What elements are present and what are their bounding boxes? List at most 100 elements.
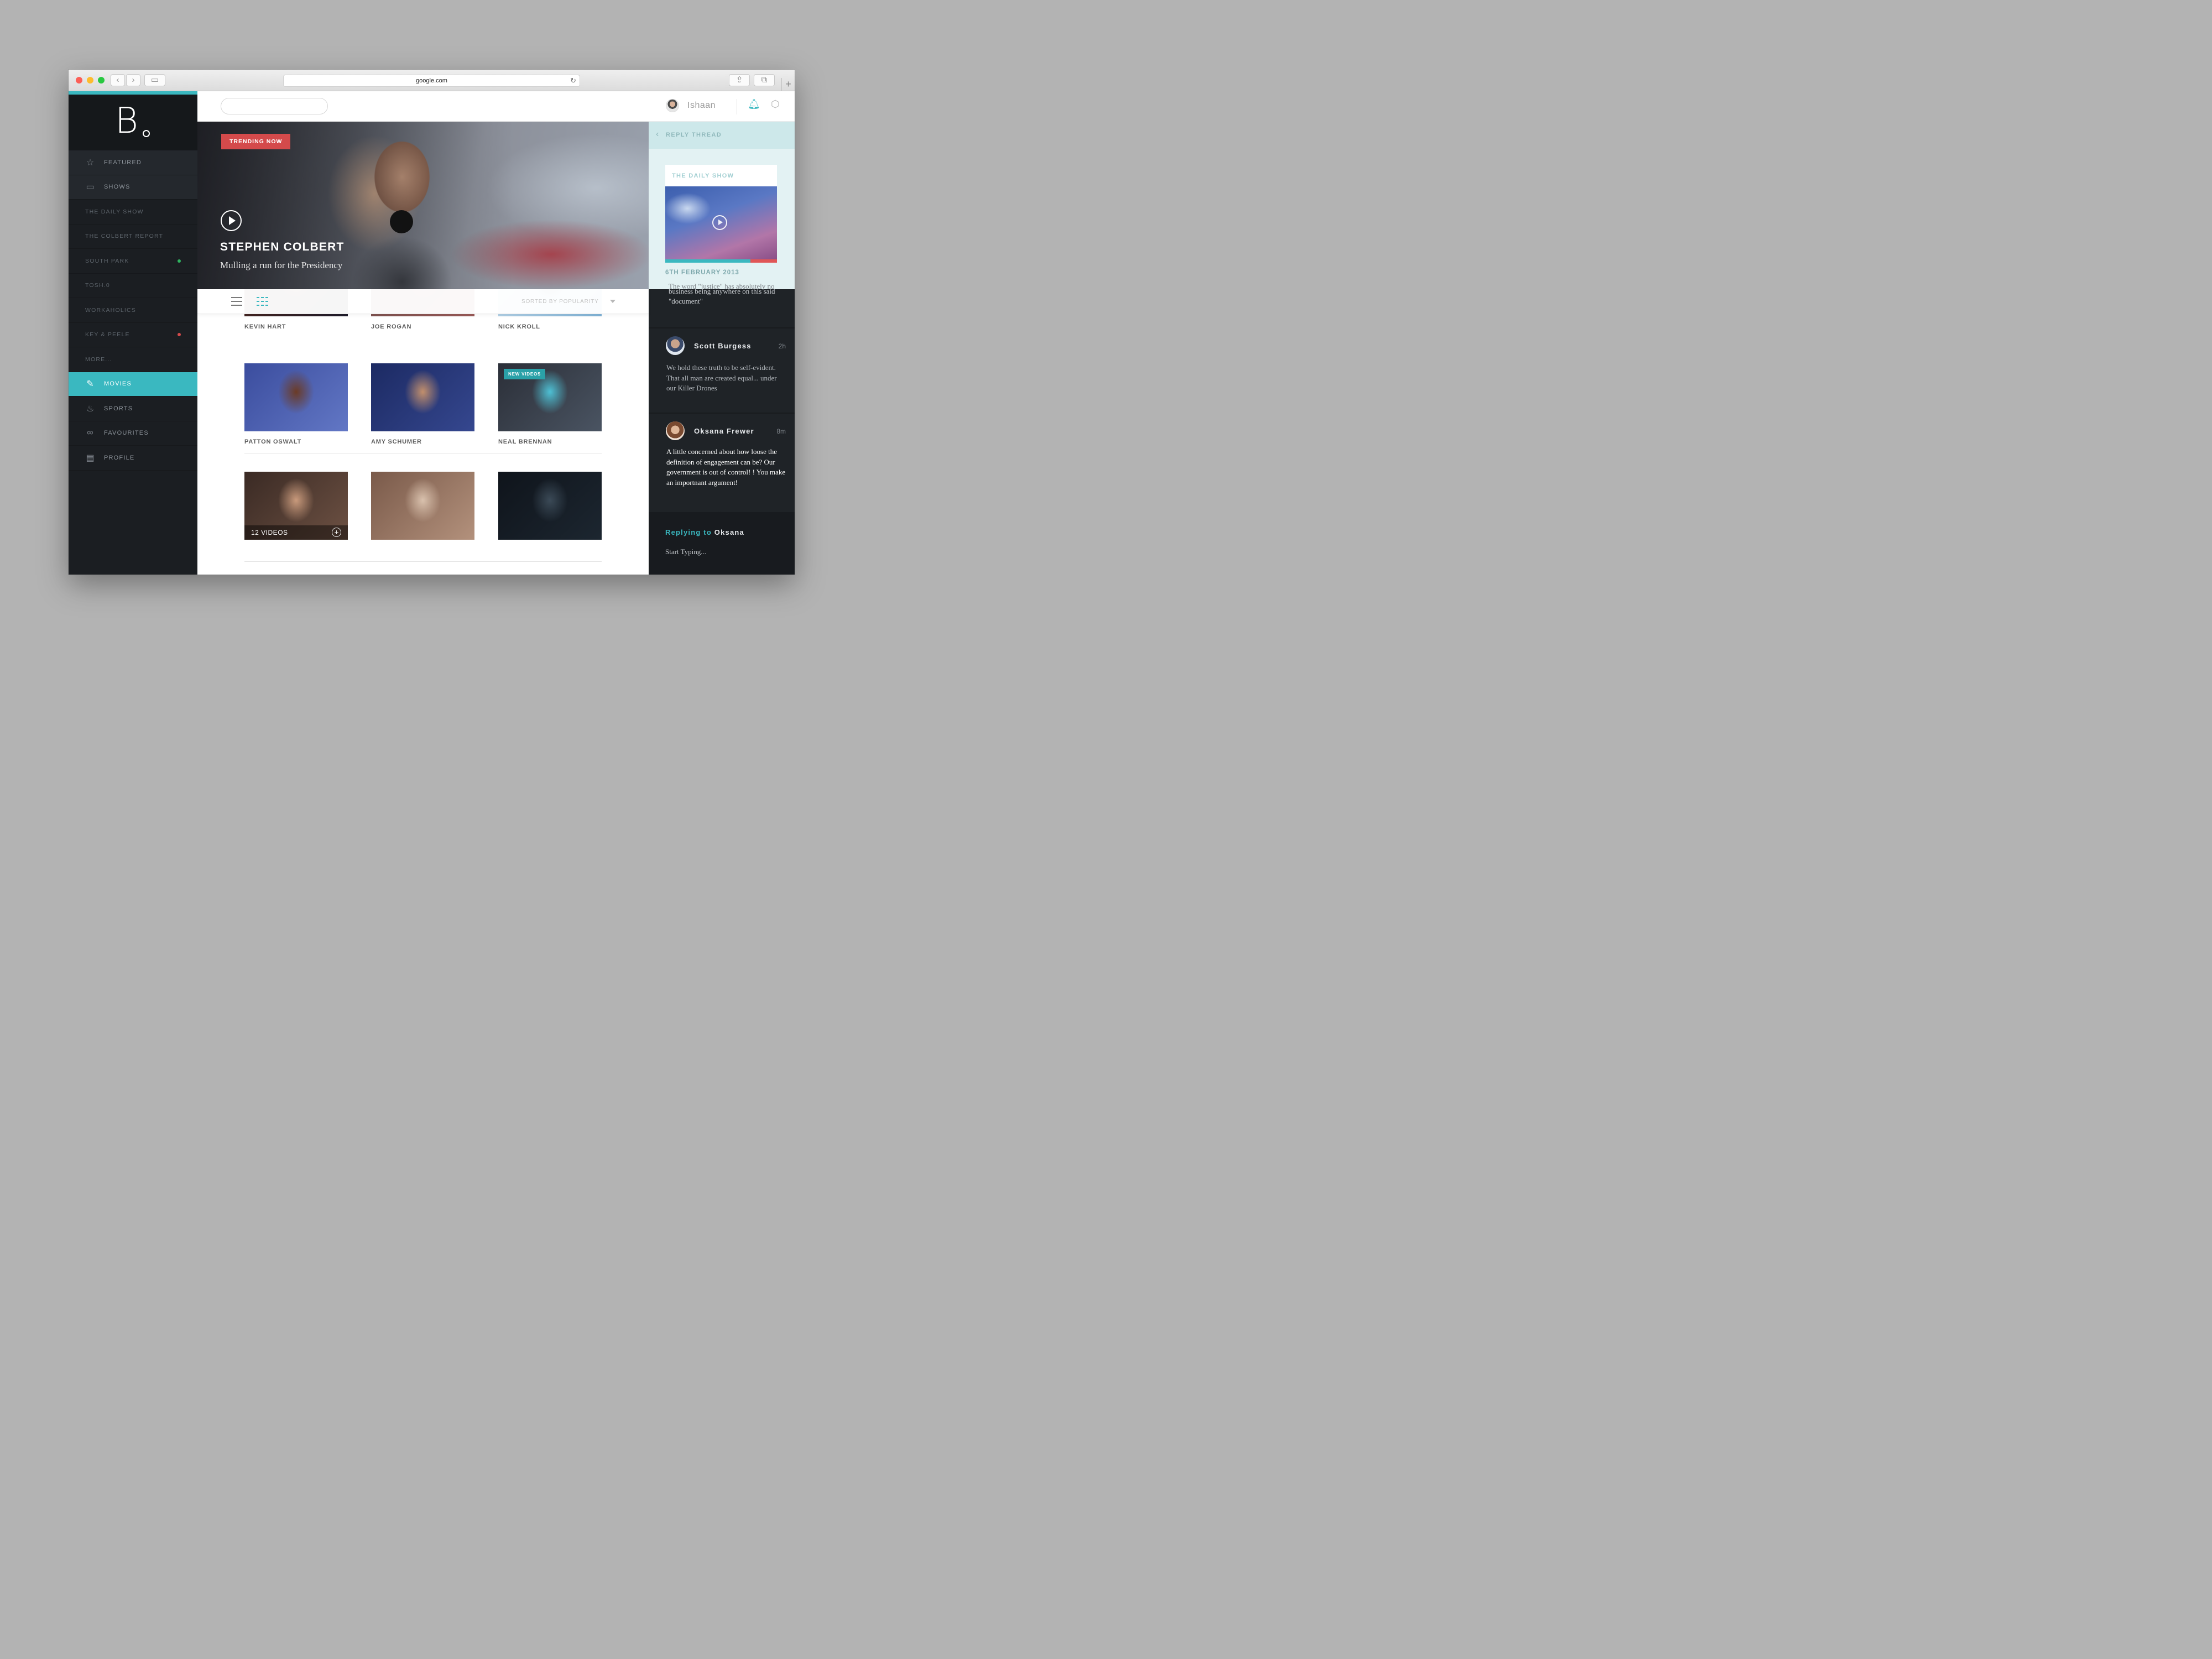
add-icon[interactable]: + [332, 528, 341, 537]
url-text: google.com [416, 77, 447, 84]
comedian-name: PATTON OSWALT [244, 439, 302, 445]
reply-composer[interactable]: Replying to Oksana Start Typing... [649, 508, 795, 575]
browser-toolbar: ‹ › ▭ google.com ↻ ⇪ ⧉ + [69, 70, 795, 91]
app-logo[interactable]: B [69, 95, 197, 150]
address-bar[interactable]: google.com ↻ [283, 75, 580, 87]
show-card[interactable]: THE DAILY SHOW [665, 165, 777, 263]
sidebar-item-profile[interactable]: ▤ Profile [69, 446, 197, 471]
comment-author[interactable]: Scott Burgess [694, 342, 752, 350]
sidebar-item-favourites[interactable]: ∞ Favourites [69, 421, 197, 446]
tabs-overview-icon[interactable]: ⧉ [754, 74, 775, 86]
trending-badge: TRENDING NOW [221, 134, 291, 149]
comedian-card[interactable]: AMY SCHUMER [371, 363, 474, 445]
hero-banner[interactable]: TRENDING NOW STEPHEN COLBERT Mulling a r… [197, 122, 649, 289]
comment-text: We hold these truth to be self-evident. … [666, 363, 777, 392]
sidebar-subitem-south-park[interactable]: South Park [69, 249, 197, 274]
bell-icon[interactable]: 🔔︎ [748, 98, 760, 110]
show-preview: THE DAILY SHOW 6TH FEBRUARY 2013 [649, 149, 795, 289]
progress-fill [665, 259, 750, 263]
comedian-thumbnail[interactable] [244, 363, 348, 431]
comedian-thumbnail[interactable] [498, 472, 602, 540]
comedian-card[interactable] [371, 472, 474, 540]
play-icon[interactable] [712, 215, 727, 230]
cube-icon[interactable]: ⬡ [771, 98, 780, 110]
reply-input[interactable]: Start Typing... [665, 547, 706, 556]
avatar[interactable] [666, 421, 685, 440]
back-chevron-icon[interactable]: ‹ [656, 129, 659, 139]
reply-thread-header[interactable]: ‹ REPLY THREAD [649, 122, 795, 149]
comment-time: 2h [778, 342, 786, 350]
sidebar-item-featured[interactable]: ☆ Featured [69, 150, 197, 175]
sidebar-item-label: Sports [104, 405, 133, 412]
show-thumbnail[interactable] [665, 186, 777, 259]
list-view-icon[interactable] [231, 297, 242, 306]
forward-arrow-icon[interactable]: › [126, 74, 140, 86]
comment-separator [649, 413, 795, 414]
sidebar-item-label: Key & Peele [85, 331, 130, 338]
comedian-thumbnail[interactable] [371, 472, 474, 540]
grid-view-icon[interactable] [257, 297, 268, 306]
comment-author[interactable]: Oksana Frewer [694, 427, 754, 435]
comedian-grid: KEVIN HART JOE ROGAN NICK KROLL PATTON OSWA… [197, 289, 649, 575]
status-dot [178, 259, 181, 263]
zoom-window-button[interactable] [98, 77, 105, 84]
message-fragment-cut: The word "justice" has absolutely no [669, 282, 775, 290]
sidebar-toggle-icon[interactable]: ▭ [144, 74, 165, 86]
comedian-card[interactable]: PATTON OSWALT [244, 363, 348, 445]
replying-to-label: Replying to Oksana [665, 528, 744, 536]
username[interactable]: Ishaan [687, 101, 716, 111]
sidebar-item-shows[interactable]: ▭ Shows [69, 175, 197, 200]
sidebar-item-label: The Colbert Report [85, 233, 164, 240]
sidebar-item-label: Profile [104, 454, 135, 461]
composer-pointer [715, 508, 724, 512]
new-tab-icon[interactable]: + [781, 78, 795, 91]
sidebar-item-label: Tosh.0 [85, 282, 110, 289]
comedian-name: JOE ROGAN [371, 324, 412, 330]
avatar[interactable] [666, 336, 685, 355]
sidebar-item-label: Movies [104, 380, 132, 388]
logo-dot [143, 130, 150, 137]
videos-overlay: 12 VIDEOS + [244, 525, 348, 540]
sidebar-item-movies[interactable]: ✎ Movies [69, 372, 197, 397]
sidebar-subitem-key-peele[interactable]: Key & Peele [69, 323, 197, 347]
comedian-thumbnail[interactable]: 12 VIDEOS + [244, 472, 348, 540]
user-avatar[interactable] [666, 99, 679, 112]
play-icon[interactable] [221, 210, 242, 231]
sidebar-subitem-more[interactable]: More... [69, 347, 197, 372]
flame-icon: ♨ [86, 404, 95, 414]
reply-thread-panel: ‹ REPLY THREAD THE DAILY SHOW 6TH FEBRUA… [649, 122, 795, 575]
reload-icon[interactable]: ↻ [570, 75, 576, 86]
comment-separator [649, 327, 795, 328]
sidebar-subitem-tosh-0[interactable]: Tosh.0 [69, 274, 197, 298]
status-dot [178, 333, 181, 337]
comedian-name: NEAL BRENNAN [498, 439, 552, 445]
glasses-icon: ∞ [87, 428, 93, 438]
comment-time: 8m [776, 427, 786, 435]
comedian-card[interactable]: 12 VIDEOS + [244, 472, 348, 540]
browser-window: ‹ › ▭ google.com ↻ ⇪ ⧉ + B ☆ Featured ▭ S… [69, 70, 795, 575]
comedian-card[interactable] [498, 472, 602, 540]
show-progress-bar [665, 259, 777, 263]
chevron-down-icon[interactable] [610, 300, 615, 303]
comedian-thumbnail[interactable]: NEW VIDEOS [498, 363, 602, 431]
comedian-thumbnail[interactable] [371, 363, 474, 431]
comedian-card[interactable]: NEW VIDEOS NEAL BRENNAN [498, 363, 602, 445]
sidebar-subitem-workaholics[interactable]: Workaholics [69, 298, 197, 323]
reply-target-name: Oksana [714, 528, 744, 536]
sidebar: B ☆ Featured ▭ Shows The Daily Show The Co… [69, 91, 197, 575]
id-card-icon: ▤ [86, 453, 95, 463]
share-icon[interactable]: ⇪ [729, 74, 750, 86]
sidebar-subitem-the-colbert-report[interactable]: The Colbert Report [69, 225, 197, 249]
search-input[interactable] [221, 98, 328, 114]
sidebar-item-label: The Daily Show [85, 208, 144, 215]
sidebar-item-label: South Park [85, 257, 129, 264]
video-count: 12 VIDEOS [251, 529, 288, 536]
back-arrow-icon[interactable]: ‹ [111, 74, 125, 86]
close-window-button[interactable] [76, 77, 82, 84]
sidebar-subitem-the-daily-show[interactable]: The Daily Show [69, 200, 197, 225]
microphone-icon: ✎ [86, 379, 94, 389]
message-fragment: The word "justice" has absolutely no bus… [669, 282, 787, 306]
sort-dropdown-label[interactable]: SORTED BY POPULARITY [521, 299, 599, 305]
sidebar-item-sports[interactable]: ♨ Sports [69, 397, 197, 421]
minimize-window-button[interactable] [87, 77, 93, 84]
